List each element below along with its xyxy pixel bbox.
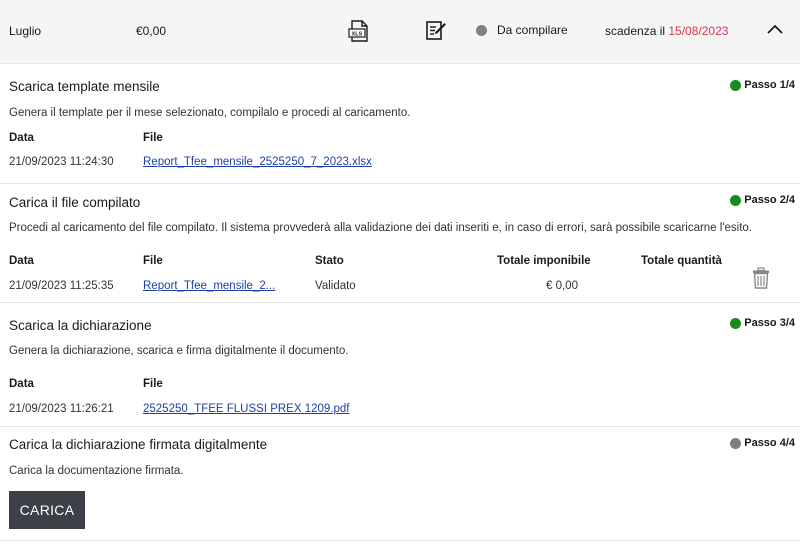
step-3-col-data: Data: [9, 378, 34, 390]
step-2-status-dot: [730, 194, 742, 206]
month-label: Luglio: [9, 24, 42, 38]
step-1-indicator: Passo 1/4: [730, 79, 795, 91]
step-3-indicator: Passo 3/4: [730, 317, 795, 329]
step-4-title: Carica la dichiarazione firmata digitalm…: [9, 437, 268, 452]
step-2-indicator: Passo 2/4: [730, 194, 795, 206]
step-2-title: Carica il file compilato: [9, 195, 141, 210]
step-2-col-quantita: Totale quantità: [641, 255, 722, 267]
step-3-col-file: File: [143, 378, 163, 390]
deadline-text: scadenza il 15/08/2023: [605, 24, 729, 38]
step-3-description: Genera la dichiarazione, scarica e firma…: [9, 345, 349, 357]
step-3-file-link[interactable]: 2525250_TFEE FLUSSI PREX 1209.pdf: [143, 403, 349, 415]
month-amount: €0,00: [136, 24, 167, 38]
step-2-date: 21/09/2023 11:25:35: [9, 280, 114, 292]
step-1-date: 21/09/2023 11:24:30: [9, 156, 114, 168]
status-indicator-dot: [476, 25, 487, 36]
svg-text:XLS: XLS: [352, 32, 363, 38]
step-1-col-file: File: [143, 132, 163, 144]
step-1-file-link[interactable]: Report_Tfee_mensile_2525250_7_2023.xlsx: [143, 156, 372, 168]
step-2-stato: Validato: [315, 280, 356, 292]
step-4-status-dot: [730, 437, 742, 449]
chevron-up-icon[interactable]: [766, 22, 784, 36]
month-row-header[interactable]: Luglio €0,00 XLS Da compilare scadenza i…: [0, 0, 800, 64]
step-2-col-data: Data: [9, 255, 34, 267]
step-3-section: Scarica la dichiarazione Passo 3/4 Gener…: [0, 303, 800, 427]
trash-icon[interactable]: [752, 267, 770, 289]
step-4-indicator: Passo 4/4: [730, 437, 795, 449]
edit-document-icon[interactable]: [425, 19, 447, 41]
step-2-col-imponibile: Totale imponibile: [497, 255, 591, 267]
step-3-title: Scarica la dichiarazione: [9, 318, 152, 333]
upload-button[interactable]: CARICA: [9, 491, 85, 529]
step-2-description: Procedi al caricamento del file compilat…: [9, 222, 753, 234]
deadline-date: 15/08/2023: [668, 24, 729, 38]
status-text: Da compilare: [497, 23, 568, 37]
step-1-description: Genera il template per il mese seleziona…: [9, 107, 411, 119]
step-3-status-dot: [730, 317, 742, 329]
step-3-date: 21/09/2023 11:26:21: [9, 403, 114, 415]
step-2-imponibile: € 0,00: [546, 280, 578, 292]
step-2-col-file: File: [143, 255, 163, 267]
step-2-section: Carica il file compilato Passo 2/4 Proce…: [0, 184, 800, 303]
step-1-title: Scarica template mensile: [9, 79, 160, 94]
step-1-col-data: Data: [9, 132, 34, 144]
step-2-col-stato: Stato: [315, 255, 344, 267]
step-2-file-link[interactable]: Report_Tfee_mensile_2...: [143, 280, 275, 292]
step-4-description: Carica la documentazione firmata.: [9, 465, 184, 477]
step-1-section: Scarica template mensile Passo 1/4 Gener…: [0, 64, 800, 184]
xls-file-icon[interactable]: XLS: [348, 20, 370, 42]
step-4-section: Carica la dichiarazione firmata digitalm…: [0, 427, 800, 541]
step-1-status-dot: [730, 79, 742, 91]
